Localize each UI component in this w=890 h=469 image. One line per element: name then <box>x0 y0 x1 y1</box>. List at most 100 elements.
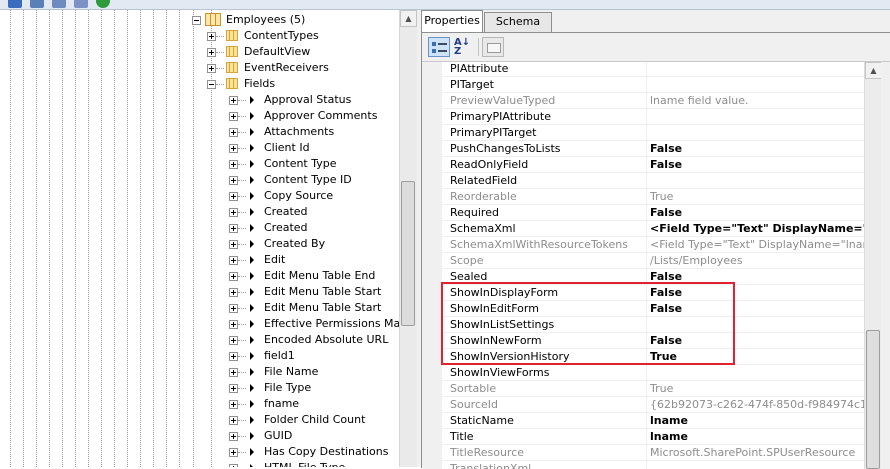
expand-icon[interactable] <box>207 32 216 41</box>
property-value[interactable]: False <box>650 301 864 316</box>
tree-node-field[interactable]: field1 <box>0 348 399 364</box>
tree-node-field[interactable]: Copy Source <box>0 188 399 204</box>
expand-icon[interactable] <box>229 208 238 217</box>
tree-node-field[interactable]: Created By <box>0 236 399 252</box>
tree-scrollbar[interactable]: ▲ <box>399 10 417 467</box>
expand-icon[interactable] <box>229 448 238 457</box>
expand-icon[interactable] <box>229 288 238 297</box>
toolbar-button-icon[interactable] <box>30 0 44 8</box>
property-row[interactable]: ReadOnlyField False <box>442 157 864 173</box>
tree-node-field[interactable]: File Name <box>0 364 399 380</box>
property-row[interactable]: SchemaXmlWithResourceTokens <Field Type="… <box>442 237 864 253</box>
expand-icon[interactable] <box>229 240 238 249</box>
tree-node-contenttypes[interactable]: ContentTypes <box>0 28 399 44</box>
property-row[interactable]: ShowInListSettings <box>442 317 864 333</box>
property-row[interactable]: ShowInViewForms <box>442 365 864 381</box>
expand-icon[interactable] <box>229 144 238 153</box>
tree-node-field[interactable]: File Type <box>0 380 399 396</box>
property-row[interactable]: ShowInNewForm False <box>442 333 864 349</box>
toolbar-button-icon[interactable] <box>74 0 88 8</box>
tree-node-field[interactable]: Has Copy Destinations <box>0 444 399 460</box>
property-row[interactable]: SchemaXml <Field Type="Text" DisplayName=… <box>442 221 864 237</box>
property-row[interactable]: Reorderable True <box>442 189 864 205</box>
tree-node-field[interactable]: Content Type <box>0 156 399 172</box>
expand-icon[interactable] <box>229 192 238 201</box>
expand-icon[interactable] <box>207 64 216 73</box>
property-value[interactable]: False <box>650 205 864 220</box>
tree-node-field[interactable]: Approval Status <box>0 92 399 108</box>
expand-icon[interactable] <box>229 304 238 313</box>
tree-node-field[interactable]: Created <box>0 204 399 220</box>
expand-icon[interactable] <box>229 224 238 233</box>
categorized-view-button[interactable] <box>428 37 450 57</box>
property-row[interactable]: PushChangesToLists False <box>442 141 864 157</box>
property-value[interactable]: False <box>650 269 864 284</box>
toolbar-button-icon[interactable] <box>8 0 22 8</box>
expand-icon[interactable] <box>229 416 238 425</box>
expand-icon[interactable] <box>229 320 238 329</box>
alphabetical-sort-button[interactable]: A↓ Z <box>451 37 473 57</box>
scroll-up-arrow-icon[interactable]: ▲ <box>400 10 417 27</box>
expand-icon[interactable] <box>229 384 238 393</box>
property-row[interactable]: Title lname <box>442 429 864 445</box>
property-value[interactable]: lname <box>650 413 864 428</box>
property-row[interactable]: RelatedField <box>442 173 864 189</box>
tree-node-defaultview[interactable]: DefaultView <box>0 44 399 60</box>
expand-icon[interactable] <box>229 256 238 265</box>
tab-schema-xml[interactable]: Schema Xml <box>484 12 552 46</box>
tree-node-field[interactable]: Effective Permissions Mask <box>0 316 412 332</box>
expand-icon[interactable] <box>207 48 216 57</box>
property-value[interactable]: False <box>650 333 864 348</box>
tree-node-field[interactable]: Encoded Absolute URL <box>0 332 399 348</box>
tree-node-field[interactable]: Client Id <box>0 140 399 156</box>
property-value[interactable]: lname <box>650 429 864 444</box>
property-row[interactable]: Scope/Lists/Employees <box>442 253 864 269</box>
expand-icon[interactable] <box>229 272 238 281</box>
expand-icon[interactable] <box>229 128 238 137</box>
property-row[interactable]: Required False <box>442 205 864 221</box>
property-value[interactable]: False <box>650 157 864 172</box>
tree-node-field[interactable]: Approver Comments <box>0 108 399 124</box>
scroll-up-arrow-icon[interactable]: ▲ <box>865 62 882 79</box>
property-row[interactable]: TranslationXml <box>442 461 864 469</box>
expand-icon[interactable] <box>229 368 238 377</box>
tree-node-field[interactable]: Attachments <box>0 124 399 140</box>
property-row[interactable]: Sealed False <box>442 269 864 285</box>
tree-node-field[interactable]: Edit <box>0 252 399 268</box>
tree-node-field[interactable]: Content Type ID <box>0 172 399 188</box>
property-row[interactable]: SourceId {62b92073-c262-474f-850d-f984974… <box>442 397 864 413</box>
tree-node-field[interactable]: Folder Child Count <box>0 412 399 428</box>
tree-scrollbar-thumb[interactable] <box>401 181 415 326</box>
tree-node-field[interactable]: Edit Menu Table Start <box>0 300 399 316</box>
expand-icon[interactable] <box>229 400 238 409</box>
expand-icon[interactable] <box>229 176 238 185</box>
expand-icon[interactable] <box>229 96 238 105</box>
tree-node-field[interactable]: fname <box>0 396 399 412</box>
expand-icon[interactable] <box>229 336 238 345</box>
expand-icon[interactable] <box>229 352 238 361</box>
tree-node-employees[interactable]: Employees (5) <box>0 12 399 28</box>
collapse-icon[interactable] <box>207 80 216 89</box>
tree-node-field[interactable]: Edit Menu Table End <box>0 268 399 284</box>
property-row[interactable]: StaticName lname <box>442 413 864 429</box>
tree-node-field[interactable]: Edit Menu Table Start <box>0 284 399 300</box>
property-value[interactable]: False <box>650 141 864 156</box>
property-row[interactable]: PIAttribute <box>442 62 864 77</box>
toolbar-button-icon[interactable] <box>52 0 66 8</box>
property-row[interactable]: PreviewValueTyped lname field value. <box>442 93 864 109</box>
property-value[interactable]: True <box>650 349 864 364</box>
tab-properties[interactable]: Properties <box>421 10 483 32</box>
refresh-icon[interactable] <box>96 0 110 8</box>
property-row[interactable]: ShowInVersionHistory True <box>442 349 864 365</box>
tree-node-fields[interactable]: Fields <box>0 76 399 92</box>
property-row[interactable]: TitleResource Microsoft.SharePoint.SPUser… <box>442 445 864 461</box>
property-row[interactable]: ShowInEditForm False <box>442 301 864 317</box>
property-row[interactable]: PITarget <box>442 77 864 93</box>
expand-icon[interactable] <box>229 160 238 169</box>
tree-node-field[interactable]: HTML File Type <box>0 460 399 467</box>
property-row[interactable]: PrimaryPIAttribute <box>442 109 864 125</box>
property-value[interactable]: False <box>650 285 864 300</box>
expand-icon[interactable] <box>229 432 238 441</box>
property-row[interactable]: ShowInDisplayForm False <box>442 285 864 301</box>
property-value[interactable]: <Field Type="Text" DisplayName="lna <box>650 221 864 236</box>
